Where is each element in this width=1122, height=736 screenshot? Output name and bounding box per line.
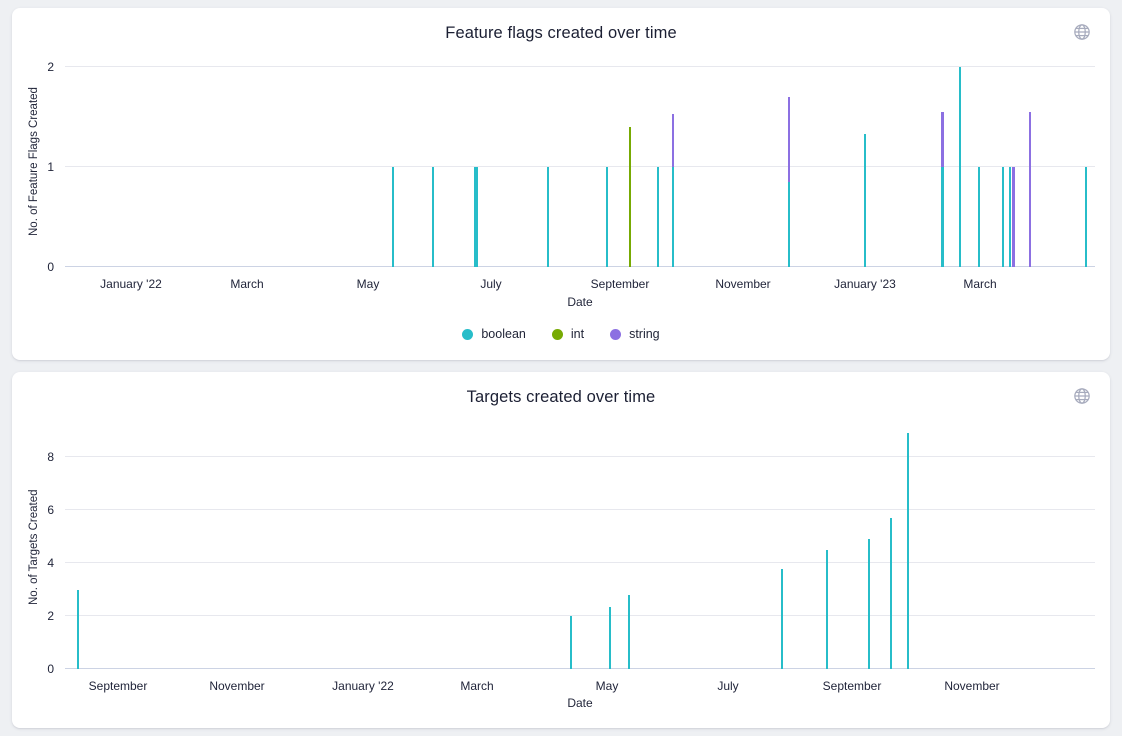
x-tick-label: November (177, 679, 297, 693)
targets-chart-card: Targets created over time No. of Targets… (12, 372, 1110, 728)
bar-boolean[interactable] (978, 167, 981, 267)
plot-area: 012January '22MarchMayJulySeptemberNovem… (65, 57, 1095, 267)
legend: boolean int string (12, 327, 1110, 341)
bar-boolean[interactable] (392, 167, 395, 267)
x-tick-label: May (308, 277, 428, 291)
bar-boolean[interactable] (1085, 167, 1088, 267)
x-tick-label: September (792, 679, 912, 693)
bar-boolean[interactable] (474, 167, 479, 267)
globe-icon[interactable] (1071, 21, 1093, 43)
x-tick-label: November (683, 277, 803, 291)
analytics-dashboard: { "page": { "background": "#eef0f3" }, "… (0, 0, 1122, 736)
y-tick-label: 6 (24, 503, 54, 517)
feature-flags-chart-card: Feature flags created over time No. of F… (12, 8, 1110, 360)
bar-targets[interactable] (609, 607, 612, 669)
bar-int[interactable] (629, 127, 632, 267)
legend-label: int (571, 327, 584, 341)
y-tick-label: 2 (24, 609, 54, 623)
bar-boolean[interactable] (1009, 167, 1012, 267)
legend-item-boolean[interactable]: boolean (462, 327, 526, 341)
bar-targets[interactable] (628, 595, 631, 669)
gridline-y-2 (65, 615, 1095, 616)
bar-boolean[interactable] (547, 167, 550, 267)
bar-string[interactable] (672, 114, 675, 167)
x-axis-title: Date (65, 696, 1095, 710)
x-tick-label: September (58, 679, 178, 693)
y-tick-label: 2 (24, 60, 54, 74)
legend-item-string[interactable]: string (610, 327, 660, 341)
gridline-y-8 (65, 456, 1095, 457)
gridline-y-6 (65, 509, 1095, 510)
bar-string[interactable] (788, 97, 791, 182)
gridline-y-4 (65, 562, 1095, 563)
legend-label: string (629, 327, 660, 341)
globe-icon[interactable] (1071, 385, 1093, 407)
legend-dot-int (552, 329, 563, 340)
plot-area: 02468SeptemberNovemberJanuary '22MarchMa… (65, 425, 1095, 669)
x-tick-label: March (417, 679, 537, 693)
legend-label: boolean (481, 327, 526, 341)
x-tick-label: May (547, 679, 667, 693)
bar-targets[interactable] (826, 550, 829, 669)
chart-title: Feature flags created over time (12, 24, 1110, 43)
bar-boolean[interactable] (864, 134, 867, 267)
y-tick-label: 4 (24, 556, 54, 570)
x-tick-label: January '22 (71, 277, 191, 291)
bar-boolean[interactable] (657, 167, 660, 267)
bar-boolean[interactable] (959, 67, 962, 267)
bar-boolean[interactable] (1002, 167, 1005, 267)
bar-targets[interactable] (868, 539, 871, 669)
x-tick-label: September (560, 277, 680, 291)
bar-string[interactable] (1012, 167, 1015, 267)
legend-dot-boolean (462, 329, 473, 340)
bar-targets[interactable] (890, 518, 893, 669)
bar-string[interactable] (1029, 112, 1032, 267)
bar-boolean[interactable] (606, 167, 609, 267)
bar-boolean[interactable] (432, 167, 435, 267)
gridline-y-2 (65, 66, 1095, 67)
gridline-y-0 (65, 668, 1095, 669)
x-tick-label: March (187, 277, 307, 291)
bar-targets[interactable] (570, 616, 573, 669)
bar-boolean[interactable] (672, 167, 675, 267)
x-tick-label: January '23 (805, 277, 925, 291)
x-tick-label: July (668, 679, 788, 693)
y-tick-label: 1 (24, 160, 54, 174)
chart-title: Targets created over time (12, 388, 1110, 407)
y-tick-label: 0 (24, 260, 54, 274)
x-tick-label: July (431, 277, 551, 291)
x-tick-label: January '22 (303, 679, 423, 693)
x-axis-title: Date (65, 295, 1095, 309)
x-tick-label: November (912, 679, 1032, 693)
bar-boolean[interactable] (788, 182, 791, 267)
bar-targets[interactable] (781, 569, 784, 669)
x-tick-label: March (920, 277, 1040, 291)
legend-dot-string (610, 329, 621, 340)
bar-targets[interactable] (907, 433, 910, 669)
bar-boolean[interactable] (941, 167, 944, 267)
y-tick-label: 8 (24, 450, 54, 464)
legend-item-int[interactable]: int (552, 327, 584, 341)
bar-targets[interactable] (77, 590, 80, 670)
y-tick-label: 0 (24, 662, 54, 676)
bar-string[interactable] (941, 112, 944, 167)
